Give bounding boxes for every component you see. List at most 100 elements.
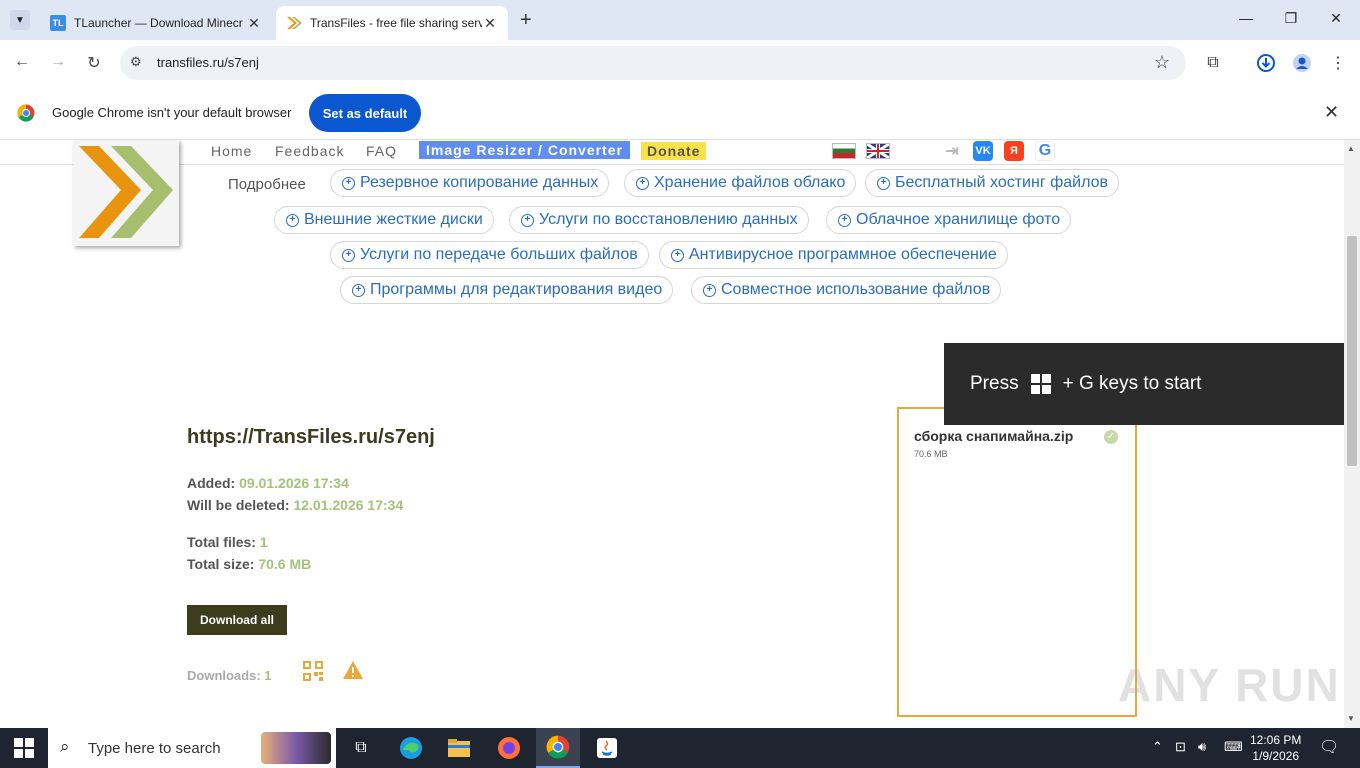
close-tab-icon[interactable]: ✕	[246, 15, 262, 32]
site-info-icon[interactable]: ⚙	[130, 54, 142, 70]
download-all-button[interactable]: Download all	[187, 605, 287, 635]
nav-home-link[interactable]: Home	[211, 143, 252, 159]
tab-tlauncher[interactable]: TL TLauncher — Download Minecr ✕	[40, 6, 272, 40]
pill-label: Бесплатный хостинг файлов	[895, 174, 1109, 191]
restore-icon[interactable]: ❐	[1281, 10, 1301, 27]
yandex-icon[interactable]: Я	[1004, 141, 1024, 161]
page-scrollbar[interactable]: ▲ ▼	[1344, 140, 1360, 728]
total-size-row: Total size: 70.6 MB	[187, 556, 311, 572]
pill-label: Услуги по передаче больших файлов	[360, 246, 638, 263]
forward-icon[interactable]: →	[48, 53, 68, 71]
file-explorer-icon[interactable]	[445, 734, 473, 762]
profile-avatar-icon[interactable]	[1291, 52, 1313, 74]
nav-feedback-link[interactable]: Feedback	[275, 143, 344, 159]
plus-circle-icon: +	[671, 248, 684, 262]
pill-photo-cloud[interactable]: + Облачное хранилище фото	[826, 206, 1072, 234]
google-icon[interactable]: G	[1035, 141, 1055, 161]
pill-large-file-transfer[interactable]: + Услуги по передаче больших файлов	[330, 241, 649, 269]
network-icon[interactable]: ⊡	[1175, 739, 1186, 755]
plus-circle-icon: +	[352, 283, 365, 297]
scroll-down-icon[interactable]: ▼	[1347, 714, 1355, 723]
minimize-icon[interactable]: —	[1236, 10, 1256, 26]
pill-file-sharing[interactable]: + Совместное использование файлов	[691, 276, 1002, 304]
nav-donate-link[interactable]: Donate	[641, 142, 707, 160]
tab-search-chevron-icon[interactable]: ▼	[10, 10, 30, 30]
infobar-close-icon[interactable]: ✕	[1324, 102, 1339, 123]
total-files-value: 1	[259, 534, 268, 550]
scrollbar-thumb[interactable]	[1347, 236, 1357, 466]
chrome-taskbar-icon[interactable]	[536, 728, 580, 768]
plus-circle-icon: +	[877, 176, 890, 190]
share-url[interactable]: https://TransFiles.ru/s7enj	[187, 426, 435, 449]
total-files-row: Total files: 1	[187, 534, 268, 550]
total-files-label: Total files:	[187, 534, 256, 550]
url-text[interactable]: transfiles.ru/s7enj	[157, 55, 259, 70]
plus-circle-icon: +	[521, 213, 534, 227]
chrome-menu-icon[interactable]: ⋮	[1327, 52, 1349, 74]
pill-video-editing[interactable]: + Программы для редактирования видео	[340, 276, 674, 304]
taskbar-clock[interactable]: 12:06 PM 1/9/2026	[1250, 732, 1301, 764]
pill-label: Хранение файлов облако	[654, 174, 846, 191]
task-view-icon[interactable]: ⧉	[347, 734, 375, 762]
deleted-value: 12.01.2026 17:34	[293, 497, 404, 513]
pill-backup[interactable]: + Резервное копирование данных	[330, 169, 610, 197]
total-size-value: 70.6 MB	[258, 556, 312, 572]
notifications-icon[interactable]: 🗨︎	[1319, 737, 1339, 757]
set-as-default-button[interactable]: Set as default	[309, 94, 421, 132]
pill-data-recovery[interactable]: + Услуги по восстановлению данных	[509, 206, 809, 234]
edge-icon[interactable]	[397, 734, 425, 762]
tab-strip: ▼ TL TLauncher — Download Minecr ✕ Trans…	[0, 0, 1360, 40]
check-circle-icon: ✓	[1104, 430, 1118, 444]
windows-key-icon	[1030, 374, 1051, 394]
login-icon[interactable]: ⇥	[942, 141, 962, 161]
java-icon[interactable]	[593, 734, 621, 762]
flag-ru-icon[interactable]	[832, 143, 856, 159]
plus-circle-icon: +	[342, 176, 355, 190]
address-bar[interactable]: ⚙ transfiles.ru/s7enj ☆	[120, 46, 1186, 80]
scroll-up-icon[interactable]: ▲	[1347, 144, 1355, 153]
deleted-row: Will be deleted: 12.01.2026 17:34	[187, 497, 403, 513]
pill-external-drives[interactable]: + Внешние жесткие диски	[274, 206, 494, 234]
tab-title: TransFiles - free file sharing serv	[310, 16, 482, 30]
flag-uk-icon[interactable]	[866, 142, 890, 160]
new-tab-icon[interactable]: +	[520, 9, 532, 32]
search-highlight-icon	[261, 732, 331, 764]
windows-start-icon[interactable]	[14, 738, 34, 758]
back-icon[interactable]: ←	[12, 53, 32, 71]
site-logo[interactable]	[73, 140, 179, 246]
firefox-icon[interactable]	[495, 734, 523, 762]
pill-label: Антивирусное программное обеспечение	[689, 246, 997, 263]
pill-antivirus[interactable]: + Антивирусное программное обеспечение	[659, 241, 1008, 269]
close-tab-icon[interactable]: ✕	[482, 15, 498, 32]
clock-date: 1/9/2026	[1252, 749, 1300, 763]
reload-icon[interactable]: ↻	[84, 53, 104, 73]
show-hidden-icons-icon[interactable]: ⌃	[1152, 739, 1163, 755]
file-card[interactable]: сборка снапимайна.zip 70.6 MB ✓	[897, 407, 1137, 717]
vk-icon[interactable]: VK	[973, 141, 993, 161]
chrome-logo-icon	[17, 104, 35, 127]
clock-time: 12:06 PM	[1250, 733, 1302, 747]
pill-label: Резервное копирование данных	[360, 174, 599, 191]
qr-code-icon[interactable]	[303, 661, 323, 681]
pill-cloud-storage[interactable]: + Хранение файлов облако	[624, 169, 857, 197]
windows-taskbar: ⌕ Type here to search ⧉ ⌃ ⊡ 🔊︎ ⌨︎ 12:06 …	[0, 728, 1360, 768]
extensions-icon[interactable]: ⧉	[1202, 52, 1224, 74]
pill-free-hosting[interactable]: + Бесплатный хостинг файлов	[865, 169, 1120, 197]
keyboard-icon[interactable]: ⌨︎	[1224, 739, 1243, 755]
file-name[interactable]: сборка снапимайна.zip	[914, 428, 1073, 444]
volume-icon[interactable]: 🔊︎	[1198, 739, 1206, 755]
bookmark-star-icon[interactable]: ☆	[1154, 52, 1170, 73]
pill-label: Совместное использование файлов	[721, 281, 991, 298]
nav-faq-link[interactable]: FAQ	[366, 143, 397, 159]
search-icon: ⌕	[60, 737, 70, 756]
pill-label: Внешние жесткие диски	[304, 211, 483, 228]
report-warning-icon[interactable]	[342, 660, 364, 680]
nav-image-resizer-link[interactable]: Image Resizer / Converter	[419, 141, 630, 159]
close-window-icon[interactable]: ✕	[1326, 10, 1346, 27]
taskbar-search-box[interactable]: ⌕ Type here to search	[48, 728, 336, 768]
tab-transfiles[interactable]: TransFiles - free file sharing serv ✕	[276, 6, 508, 40]
plus-circle-icon: +	[342, 248, 355, 262]
gamebar-rest-text: + G keys to start	[1062, 373, 1202, 394]
download-icon[interactable]	[1255, 52, 1277, 74]
tlauncher-favicon-icon: TL	[50, 15, 66, 31]
